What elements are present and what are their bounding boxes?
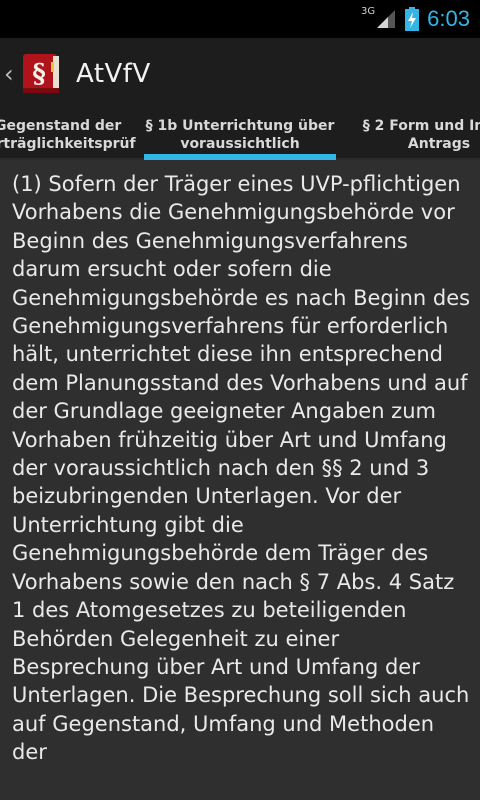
selected-tab-indicator <box>144 154 336 160</box>
status-bar: 3G 6:03 <box>0 0 480 38</box>
tab-label-line1: § 1b Unterrichtung über <box>145 118 335 134</box>
clock: 6:03 <box>427 6 470 31</box>
battery-icon <box>405 7 420 31</box>
status-indicators: 3G 6:03 <box>361 0 470 38</box>
tab-label-line1: a Gegenstand der <box>0 118 122 134</box>
action-bar: ‹ § AtVfV <box>0 38 480 110</box>
law-book-icon[interactable]: § <box>20 52 64 96</box>
app-title: AtVfV <box>76 59 151 89</box>
network-type-label: 3G <box>361 5 376 17</box>
tab-unterrichtung[interactable]: § 1b Unterrichtung über voraussichtlich <box>144 110 336 160</box>
svg-text:§: § <box>32 59 46 89</box>
tab-label-line2: ltverträglichkeitsprüf <box>0 136 136 152</box>
up-navigation-icon[interactable]: ‹ <box>4 62 18 86</box>
tab-gegenstand[interactable]: a Gegenstand der ltverträglichkeitsprüf <box>0 110 144 160</box>
law-text[interactable]: (1) Sofern der Träger eines UVP-pflichti… <box>12 170 472 800</box>
tab-label-line2: voraussichtlich <box>180 136 300 152</box>
signal-icon <box>375 8 397 30</box>
section-tabs: a Gegenstand der ltverträglichkeitsprüf … <box>0 110 480 160</box>
tab-form-und-inhalt[interactable]: § 2 Form und Inhalt Antrags <box>350 110 480 160</box>
tab-label-line2: Antrags <box>407 136 471 152</box>
tab-label-line1: § 2 Form und Inhalt <box>362 118 480 134</box>
